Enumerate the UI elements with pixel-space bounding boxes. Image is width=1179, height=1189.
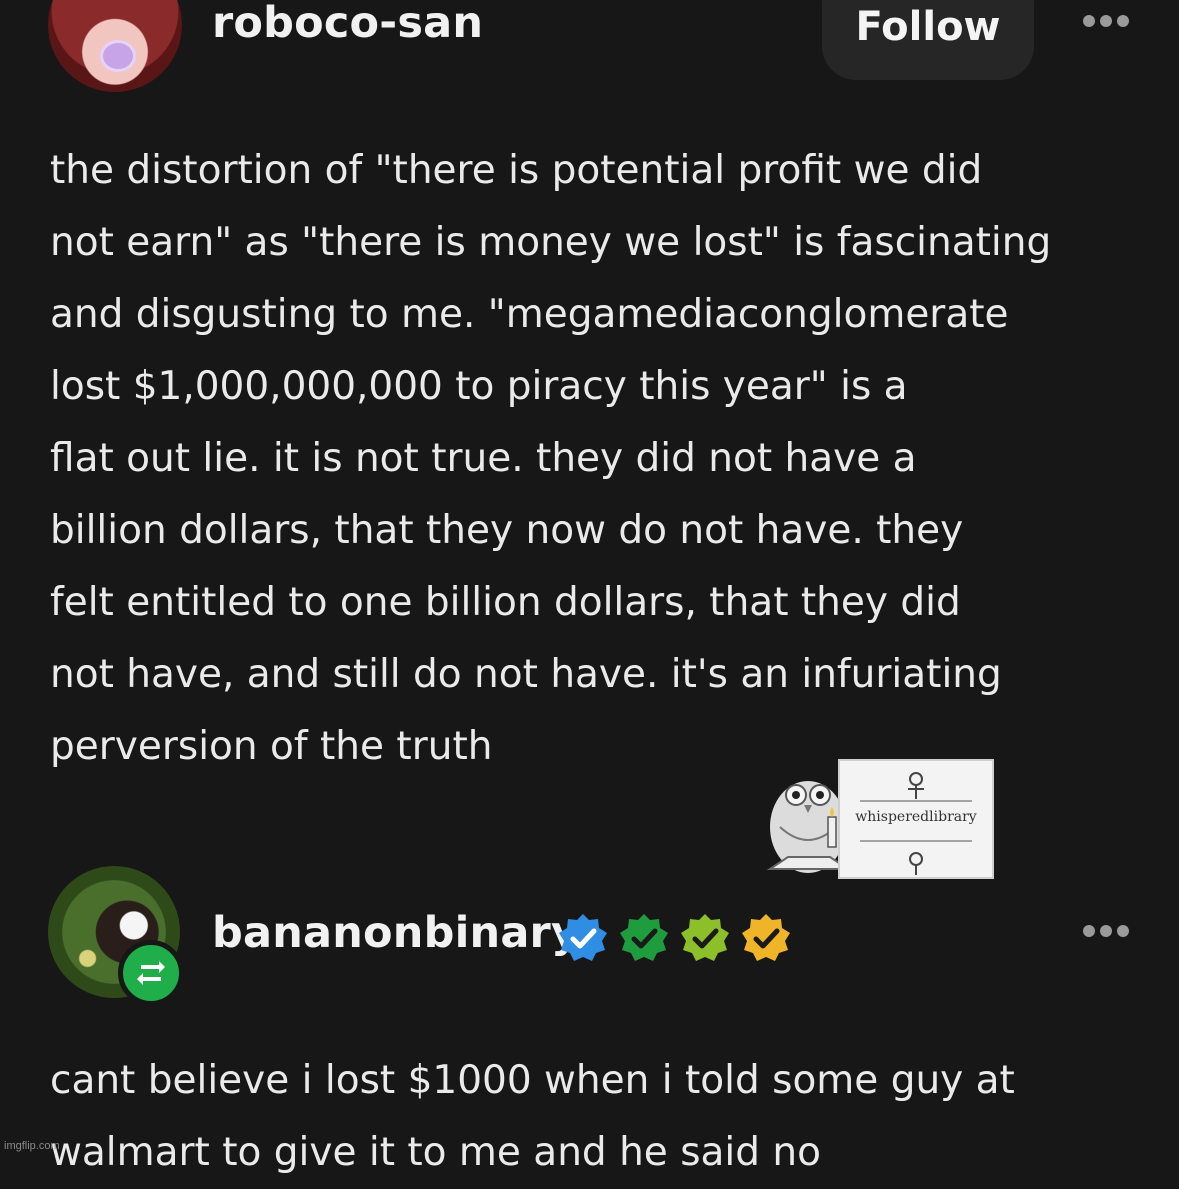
reblog-icon	[118, 940, 184, 1006]
more-options-icon[interactable]	[1083, 15, 1129, 27]
verified-badge-blue-icon	[559, 914, 607, 961]
stamp-label: whisperedlibrary	[855, 809, 977, 825]
user-avatar-roboco-san[interactable]	[48, 0, 182, 92]
verified-badge-lime-icon	[681, 914, 729, 961]
verified-badges	[557, 912, 792, 964]
verified-badge-yellow-icon	[742, 914, 790, 961]
imgflip-watermark: imgflip.com	[4, 1140, 60, 1152]
reblogger-username[interactable]: bananonbinary	[212, 908, 579, 958]
verified-badge-green-icon	[620, 914, 668, 961]
pacifier-icon	[100, 40, 136, 72]
follow-button[interactable]: Follow	[822, 0, 1034, 80]
more-options-icon[interactable]	[1083, 925, 1129, 937]
whisperedlibrary-stamp-image: whisperedlibrary	[760, 757, 996, 881]
post-body-text: the distortion of "there is potential pr…	[50, 148, 1052, 769]
reblog-body-text: cant believe i lost $1000 when i told so…	[50, 1058, 1015, 1175]
post-username[interactable]: roboco-san	[212, 0, 483, 48]
library-card: whisperedlibrary	[838, 759, 994, 879]
